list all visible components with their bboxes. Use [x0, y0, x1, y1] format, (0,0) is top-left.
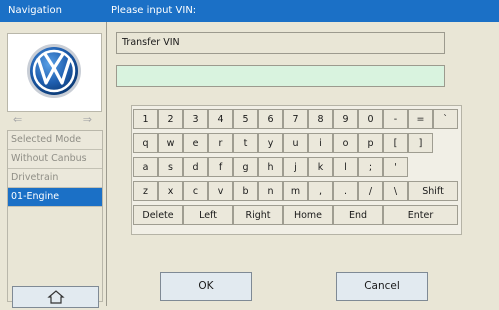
- key-h[interactable]: h: [258, 157, 283, 177]
- key-equals[interactable]: =: [408, 109, 433, 129]
- key-3[interactable]: 3: [183, 109, 208, 129]
- key-8[interactable]: 8: [308, 109, 333, 129]
- home-icon: [47, 290, 65, 304]
- key-t[interactable]: t: [233, 133, 258, 153]
- key-e[interactable]: e: [183, 133, 208, 153]
- key-o[interactable]: o: [333, 133, 358, 153]
- key-g[interactable]: g: [233, 157, 258, 177]
- key-comma[interactable]: ,: [308, 181, 333, 201]
- key-u[interactable]: u: [283, 133, 308, 153]
- key-semicolon[interactable]: ;: [358, 157, 383, 177]
- key-7[interactable]: 7: [283, 109, 308, 129]
- key-left[interactable]: Left: [183, 205, 233, 225]
- key-i[interactable]: i: [308, 133, 333, 153]
- nav-item-without-canbus[interactable]: Without Canbus: [8, 150, 102, 169]
- key-delete[interactable]: Delete: [133, 205, 183, 225]
- key-s[interactable]: s: [158, 157, 183, 177]
- arrow-right-icon[interactable]: ⇒: [83, 113, 92, 126]
- key-1[interactable]: 1: [133, 109, 158, 129]
- key-p[interactable]: p: [358, 133, 383, 153]
- key-k[interactable]: k: [308, 157, 333, 177]
- key-z[interactable]: z: [133, 181, 158, 201]
- key-backtick[interactable]: `: [433, 109, 458, 129]
- key-slash[interactable]: /: [358, 181, 383, 201]
- nav-item-selected-mode[interactable]: Selected Mode: [8, 131, 102, 150]
- home-button[interactable]: [12, 286, 99, 308]
- key-period[interactable]: .: [333, 181, 358, 201]
- key-home[interactable]: Home: [283, 205, 333, 225]
- key-2[interactable]: 2: [158, 109, 183, 129]
- nav-item-drivetrain[interactable]: Drivetrain: [8, 169, 102, 188]
- key-q[interactable]: q: [133, 133, 158, 153]
- key-5[interactable]: 5: [233, 109, 258, 129]
- ok-button[interactable]: OK: [160, 272, 252, 301]
- key-backslash[interactable]: \: [383, 181, 408, 201]
- key-shift[interactable]: Shift: [408, 181, 458, 201]
- sidebar: ⇐ ⇒ Selected Mode Without Canbus Drivetr…: [0, 22, 107, 308]
- navigation-title: Navigation: [8, 5, 62, 16]
- key-c[interactable]: c: [183, 181, 208, 201]
- vin-input[interactable]: [116, 65, 445, 87]
- title-bar: Navigation Please input VIN:: [0, 0, 499, 22]
- key-j[interactable]: j: [283, 157, 308, 177]
- key-right-bracket[interactable]: ]: [408, 133, 433, 153]
- key-r[interactable]: r: [208, 133, 233, 153]
- nav-item-01-engine[interactable]: 01-Engine: [8, 188, 102, 207]
- brand-logo-panel: [7, 33, 102, 112]
- key-4[interactable]: 4: [208, 109, 233, 129]
- vw-logo: [27, 44, 81, 98]
- key-6[interactable]: 6: [258, 109, 283, 129]
- navigation-list: Selected Mode Without Canbus Drivetrain …: [7, 130, 103, 302]
- key-a[interactable]: a: [133, 157, 158, 177]
- key-enter[interactable]: Enter: [383, 205, 458, 225]
- arrow-left-icon[interactable]: ⇐: [13, 113, 22, 126]
- key-m[interactable]: m: [283, 181, 308, 201]
- key-minus[interactable]: -: [383, 109, 408, 129]
- key-b[interactable]: b: [233, 181, 258, 201]
- nav-arrows: ⇐ ⇒: [7, 113, 100, 128]
- key-w[interactable]: w: [158, 133, 183, 153]
- key-d[interactable]: d: [183, 157, 208, 177]
- key-right[interactable]: Right: [233, 205, 283, 225]
- key-x[interactable]: x: [158, 181, 183, 201]
- key-0[interactable]: 0: [358, 109, 383, 129]
- key-n[interactable]: n: [258, 181, 283, 201]
- key-y[interactable]: y: [258, 133, 283, 153]
- key-9[interactable]: 9: [333, 109, 358, 129]
- on-screen-keyboard: 1 2 3 4 5 6 7 8 9 0 - = ` q w e r t y u …: [131, 105, 462, 235]
- transfer-vin-field: Transfer VIN: [116, 32, 445, 54]
- key-l[interactable]: l: [333, 157, 358, 177]
- key-left-bracket[interactable]: [: [383, 133, 408, 153]
- prompt-title: Please input VIN:: [111, 5, 197, 16]
- key-f[interactable]: f: [208, 157, 233, 177]
- key-end[interactable]: End: [333, 205, 383, 225]
- cancel-button[interactable]: Cancel: [336, 272, 428, 301]
- transfer-vin-label: Transfer VIN: [122, 37, 180, 48]
- key-v[interactable]: v: [208, 181, 233, 201]
- key-apostrophe[interactable]: ': [383, 157, 408, 177]
